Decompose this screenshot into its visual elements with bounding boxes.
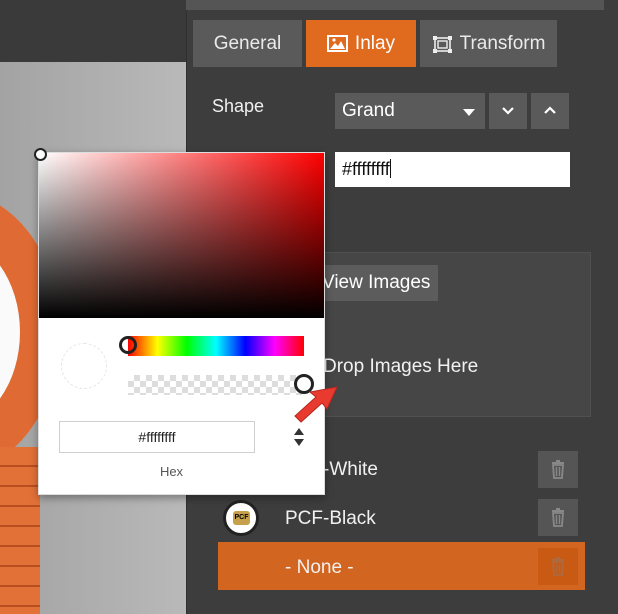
shape-next-button[interactable] [489,93,527,129]
saturation-value-area[interactable] [34,148,324,318]
view-images-label: View Images [322,272,431,293]
inlay-color-value: #ffffffff [342,159,390,179]
panel-header-strip [186,0,604,10]
canvas-toolbar [0,0,186,62]
transform-icon [432,35,453,53]
list-item-none-label: - None - [285,557,354,578]
trash-icon [552,557,564,576]
shape-select-value: Grand [342,100,395,121]
tab-general-label: General [213,32,282,54]
red-pointer-arrow-icon [294,386,338,423]
tab-transform-label: Transform [459,32,546,54]
drop-images-text: Drop Images Here [323,356,479,377]
color-preview-swatch [61,343,107,389]
format-toggle-icon[interactable] [292,426,306,448]
text-cursor [389,159,391,178]
shape-select[interactable]: Grand [335,93,485,129]
caret-down-icon [463,109,475,116]
alpha-slider[interactable] [128,374,314,395]
image-icon [326,35,348,52]
trash-icon [552,508,564,527]
delete-pcf-white-button[interactable] [538,451,578,488]
shape-prev-button[interactable] [531,93,569,129]
shape-label: Shape [212,96,265,116]
saturation-handle[interactable] [34,148,47,161]
list-item-pcf-black[interactable]: PCF-Black [285,508,376,530]
picker-hex-input[interactable]: #ffffffff [59,421,255,453]
tab-inlay-label: Inlay [354,32,396,54]
delete-none-button[interactable] [538,548,578,585]
color-format-label: Hex [159,464,184,479]
hue-slider[interactable] [119,336,304,356]
chevron-up-icon [544,106,556,114]
picker-hex-value: #ffffffff [138,429,176,445]
tab-transform[interactable]: Transform [420,20,557,67]
list-item-none[interactable] [218,542,585,590]
hue-handle[interactable] [119,336,137,354]
tab-inlay[interactable]: Inlay [306,20,416,67]
color-picker-popover: #ffffffff Hex [34,148,338,495]
inlay-color-input[interactable]: #ffffffff [335,152,570,187]
chevron-down-icon [502,107,514,115]
wood-background [0,447,40,614]
pcf-black-thumbnail: PCF [223,500,259,536]
tab-general[interactable]: General [193,20,302,67]
delete-pcf-black-button[interactable] [538,499,578,536]
trash-icon [552,460,564,479]
